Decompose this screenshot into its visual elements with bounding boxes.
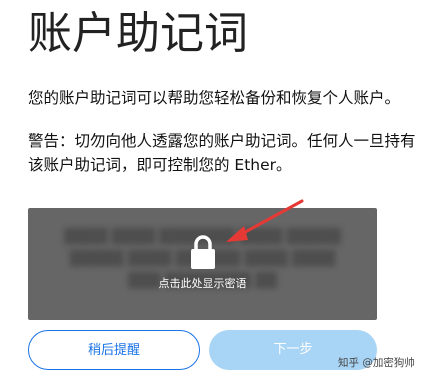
warning-text: 警告：切勿向他人透露您的账户助记词。任何人一旦持有该账户助记词，即可控制您的 E… [28, 132, 416, 174]
intro-text: 您的账户助记词可以帮助您轻松备份和恢复个人账户。 [28, 89, 401, 107]
reveal-seed-phrase-area[interactable]: ████ ████ ███████ ████ █████ █████ ████ … [28, 208, 377, 320]
reveal-label: 点击此处显示密语 [158, 277, 247, 290]
lock-icon [188, 232, 218, 272]
seed-phrase-page: 账户助记词 您的账户助记词可以帮助您轻松备份和恢复个人账户。 警告：切勿向他人透… [0, 0, 435, 386]
remind-later-button[interactable]: 稍后提醒 [28, 330, 200, 370]
watermark: 知乎 @加密狗帅 [338, 357, 415, 369]
page-title: 账户助记词 [28, 8, 248, 59]
